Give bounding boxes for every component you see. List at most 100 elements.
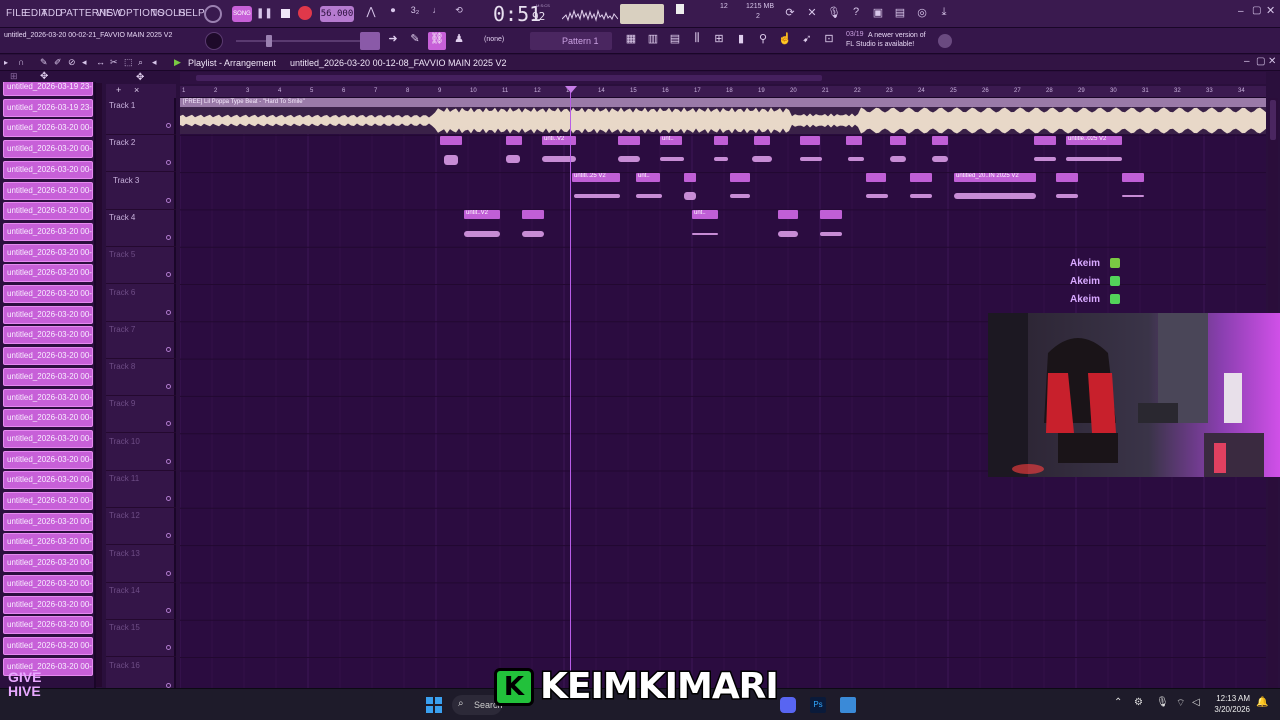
blend-notes-icon[interactable]: ♩ bbox=[428, 5, 446, 23]
wifi-icon[interactable]: ⌔ bbox=[1176, 697, 1185, 710]
plugin-icon[interactable]: ▤ bbox=[892, 6, 908, 22]
download-icon[interactable]: ⤓ bbox=[936, 6, 952, 22]
pattern-clip-label[interactable]: untitled_20..IN 2025 V2 bbox=[954, 173, 1036, 182]
browser-item[interactable]: untitled_2026-03-20 00- bbox=[3, 471, 93, 490]
help-icon[interactable]: ? bbox=[848, 6, 864, 22]
track-mute-button[interactable] bbox=[166, 384, 171, 390]
browser-item[interactable]: untitled_2026-03-20 00- bbox=[3, 367, 93, 386]
playlist-icon[interactable]: ▦ bbox=[622, 32, 640, 50]
pattern-clip[interactable] bbox=[714, 136, 728, 145]
mode-knob[interactable] bbox=[204, 5, 222, 23]
track-mute-button[interactable] bbox=[166, 234, 171, 240]
app-icon[interactable] bbox=[840, 697, 856, 713]
track-header[interactable]: Track 3 bbox=[106, 173, 176, 210]
track-header[interactable]: Track 6 bbox=[106, 285, 176, 322]
notification-icon[interactable]: 🔔 bbox=[1256, 697, 1268, 708]
pattern-clip[interactable] bbox=[506, 136, 522, 145]
playlist-minimize-icon[interactable]: – bbox=[1244, 56, 1250, 67]
zoom-tool-icon[interactable]: ⌕ bbox=[138, 57, 143, 68]
pattern-clip[interactable] bbox=[910, 173, 932, 182]
song-pattern-toggle[interactable]: SONG bbox=[232, 6, 252, 22]
browser-item[interactable]: untitled_2026-03-20 00- bbox=[3, 636, 93, 655]
track-header[interactable]: Track 14 bbox=[106, 583, 176, 620]
track-header[interactable]: Track 9 bbox=[106, 396, 176, 434]
pattern-clip-label[interactable]: untitl..25 V2 bbox=[572, 173, 620, 182]
pattern-clip[interactable] bbox=[440, 136, 462, 145]
pattern-clip[interactable] bbox=[684, 173, 696, 182]
refresh-icon[interactable]: ⟳ bbox=[782, 6, 798, 22]
pattern-clip[interactable] bbox=[890, 136, 906, 145]
pattern-clip[interactable] bbox=[618, 136, 640, 145]
countdown-icon[interactable]: 3₂ bbox=[406, 5, 424, 23]
news-message[interactable]: A newer version of FL Studio is availabl… bbox=[846, 31, 932, 49]
close-tracks-icon[interactable]: × bbox=[134, 85, 139, 95]
browser-item[interactable]: untitled_2026-03-20 00- bbox=[3, 409, 93, 428]
browser-item[interactable]: untitled_2026-03-20 00- bbox=[3, 574, 93, 593]
wait-input-icon[interactable]: ⏺ bbox=[384, 5, 402, 23]
track-mute-button[interactable] bbox=[166, 645, 171, 651]
chat-icon[interactable]: ◎ bbox=[914, 6, 930, 22]
playlist-close-icon[interactable]: ✕ bbox=[1268, 56, 1276, 67]
magnet-icon[interactable]: ∩ bbox=[18, 57, 24, 67]
master-pitch-knob[interactable] bbox=[205, 32, 223, 50]
track-mute-button[interactable] bbox=[166, 458, 171, 464]
maximize-icon[interactable]: ▢ bbox=[1252, 5, 1261, 16]
track-mute-button[interactable] bbox=[166, 160, 171, 166]
add-track-icon[interactable]: + bbox=[116, 85, 121, 95]
browser-menu-icon[interactable]: ⊞ bbox=[10, 71, 18, 82]
track-header[interactable]: Track 4 bbox=[106, 210, 176, 247]
track-mute-button[interactable] bbox=[166, 533, 171, 539]
tempo-display[interactable]: 56.000 bbox=[320, 6, 354, 22]
pattern-clip[interactable] bbox=[932, 136, 948, 145]
pattern-clip[interactable] bbox=[730, 173, 750, 182]
track-mute-button[interactable] bbox=[166, 123, 171, 128]
browser-item[interactable]: untitled_2026-03-20 00- bbox=[3, 285, 93, 303]
track-mute-button[interactable] bbox=[166, 197, 171, 203]
pattern-clip[interactable] bbox=[820, 210, 842, 219]
track-move-icon[interactable]: ✥ bbox=[136, 72, 144, 83]
browser-item[interactable]: untitled_2026-03-20 00- bbox=[3, 160, 93, 179]
minimize-icon[interactable]: – bbox=[1238, 6, 1244, 17]
track-header[interactable]: Track 7 bbox=[106, 322, 176, 359]
close-icon[interactable]: ✕ bbox=[1266, 4, 1275, 17]
playlist-menu-arrow-icon[interactable]: ▸ bbox=[4, 58, 8, 67]
track-mute-button[interactable] bbox=[166, 496, 171, 501]
browser-item[interactable]: untitled_2026-03-20 00- bbox=[3, 243, 93, 262]
browser-item[interactable]: untitled_2026-03-20 00- bbox=[3, 202, 93, 221]
stop-icon[interactable] bbox=[278, 6, 292, 20]
select-tool-icon[interactable]: ⬚ bbox=[124, 57, 133, 68]
pattern-clip[interactable] bbox=[778, 210, 798, 219]
playback-tool-icon[interactable]: ◂ bbox=[152, 57, 157, 68]
tools-icon[interactable]: ✕ bbox=[804, 6, 820, 22]
playlist-view-button[interactable] bbox=[360, 32, 380, 50]
browser-item[interactable]: untitled_2026-03-20 00- bbox=[3, 429, 93, 448]
pattern-clip-label[interactable]: untit..V2 bbox=[464, 210, 500, 219]
mute-tool-icon[interactable]: ◂ bbox=[82, 57, 87, 68]
news-icon[interactable] bbox=[938, 34, 952, 48]
photoshop-icon[interactable]: Ps bbox=[810, 697, 826, 713]
browser-item[interactable]: untitled_2026-03-20 00- bbox=[3, 450, 93, 469]
discord-icon[interactable] bbox=[780, 697, 796, 713]
file-icon[interactable]: ▮ bbox=[732, 32, 750, 50]
track-mute-button[interactable] bbox=[166, 272, 171, 278]
pattern-selector[interactable]: Pattern 1 bbox=[530, 32, 612, 50]
browser-item[interactable]: untitled_2026-03-20 00- bbox=[3, 554, 93, 573]
windows-start-icon[interactable] bbox=[426, 697, 442, 713]
stamp-icon[interactable]: ♟ bbox=[450, 32, 468, 50]
pattern-clip[interactable] bbox=[754, 136, 770, 145]
master-volume-meter[interactable] bbox=[620, 4, 664, 24]
paint-tool-icon[interactable]: ✐ bbox=[54, 57, 62, 68]
channel-rack-icon[interactable]: ▥ bbox=[644, 32, 662, 50]
link-tool-icon[interactable]: ➹ bbox=[798, 32, 816, 50]
slip-tool-icon[interactable]: ↔ bbox=[96, 57, 105, 67]
play-icon[interactable]: ▶ bbox=[174, 57, 181, 68]
playlist-maximize-icon[interactable]: ▢ bbox=[1256, 56, 1265, 67]
metronome-icon[interactable]: ⋀ bbox=[362, 5, 380, 23]
browser-item[interactable]: untitled_2026-03-20 00- bbox=[3, 512, 93, 531]
menu-help[interactable]: HELP bbox=[178, 8, 205, 19]
browser-item[interactable]: untitled_2026-03-20 00- bbox=[3, 264, 93, 283]
taskbar-time[interactable]: 12:13 AM bbox=[1214, 694, 1250, 703]
overview-scroll-thumb[interactable] bbox=[196, 75, 822, 81]
pencil-icon[interactable]: ✎ bbox=[406, 32, 424, 50]
browser-scrollbar[interactable] bbox=[96, 83, 102, 687]
